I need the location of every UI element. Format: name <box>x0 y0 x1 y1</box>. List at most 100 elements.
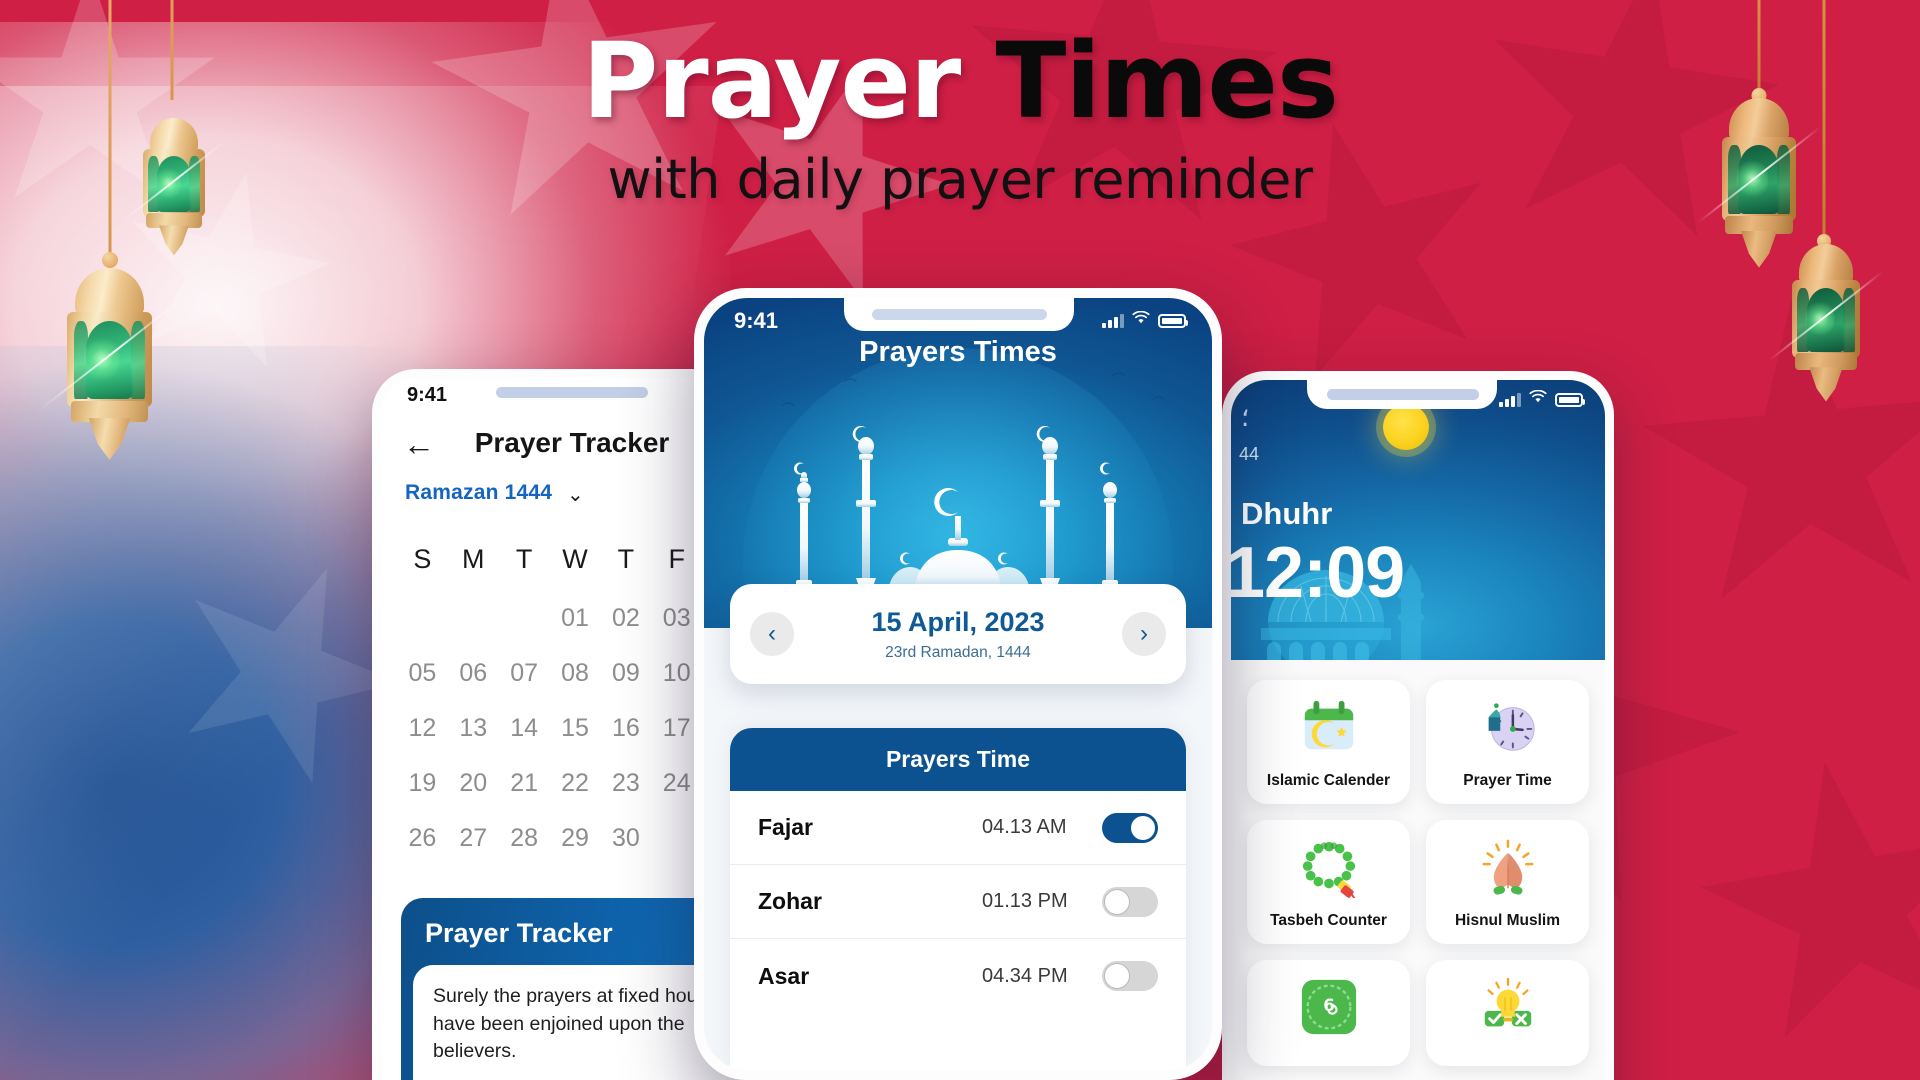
center-phone-hero: ︵ ︵ ︵ ︵ ︵ Prayers Times <box>704 298 1212 628</box>
lantern-decoration <box>1768 244 1884 402</box>
calendar-moon-icon <box>1304 700 1353 750</box>
lantern-decoration <box>37 268 182 460</box>
calendar-day[interactable]: 19 <box>397 756 448 811</box>
center-phone-status-icons <box>1102 310 1188 330</box>
phone-center-prayers-times: ︵ ︵ ︵ ︵ ︵ Prayers Times 9:41 ‹ 15 April,… <box>694 288 1222 1080</box>
alarm-toggle[interactable] <box>1102 886 1158 917</box>
hijri-year-fragment: 44 <box>1239 444 1260 464</box>
prayers-time-panel: Prayers Time Fajar 04.13 AM Zohar 01.13 … <box>730 728 1186 1070</box>
tile-islamic-calender[interactable]: Islamic Calender <box>1247 680 1410 804</box>
prayer-time: 01.13 PM <box>982 890 1068 912</box>
prayer-time: 04.34 PM <box>982 964 1068 987</box>
headline-title: Prayer Times <box>0 26 1920 136</box>
calendar-day[interactable]: 16 <box>600 701 651 756</box>
month-selector-label[interactable]: Ramazan 1444 <box>405 481 552 505</box>
wifi-icon <box>1529 389 1547 409</box>
calendar-day[interactable]: 26 <box>397 811 448 866</box>
hijri-fragment-top: ؛ <box>1241 402 1250 432</box>
calendar-day[interactable]: 06 <box>448 646 499 701</box>
headline-subtitle: with daily prayer reminder <box>607 148 1313 212</box>
tile-label: Prayer Time <box>1463 772 1552 789</box>
hero-headline: Prayer Times with daily prayer reminder <box>0 26 1920 211</box>
calendar-dow: T <box>617 544 635 574</box>
calendar-day[interactable]: 12 <box>397 701 448 756</box>
current-prayer-name: Dhuhr <box>1241 496 1333 531</box>
prayer-row-fajar[interactable]: Fajar 04.13 AM <box>730 791 1186 865</box>
calendar-day[interactable]: 05 <box>397 646 448 701</box>
alarm-toggle[interactable] <box>1102 961 1158 991</box>
calendar-dow: S <box>413 544 432 574</box>
prayer-name: Asar <box>758 962 810 989</box>
right-phone-hero: ؛ 44 Dhuhr 12:09 <box>1231 380 1605 660</box>
left-phone-status-pill <box>496 387 648 398</box>
bird-icon: ︵ <box>782 393 796 408</box>
tile-prayer-time[interactable]: Prayer Time <box>1426 680 1589 804</box>
calendar-day[interactable]: 29 <box>550 811 601 866</box>
calendar-day[interactable]: 02 <box>600 591 651 646</box>
calendar-day[interactable] <box>397 606 448 632</box>
calendar-day[interactable]: 01 <box>550 591 601 646</box>
next-day-button[interactable]: › <box>1122 612 1166 656</box>
calendar-day[interactable]: 22 <box>550 756 601 811</box>
prayer-name: Zohar <box>758 888 822 914</box>
prayer-row-asar[interactable]: Asar 04.34 PM <box>730 939 1186 1013</box>
calendar-dow: M <box>462 544 485 574</box>
prayer-row-zohar[interactable]: Zohar 01.13 PM <box>730 865 1186 939</box>
sun-icon <box>1383 404 1429 450</box>
calendar-day[interactable]: 13 <box>448 701 499 756</box>
prayer-time: 04.13 AM <box>982 816 1067 838</box>
right-phone-status-icons <box>1499 389 1585 409</box>
center-phone-page-title: Prayers Times <box>859 336 1057 368</box>
signal-icon <box>1102 313 1124 328</box>
right-phone-status-pill <box>1327 389 1479 400</box>
center-phone-status-time: 9:41 <box>734 308 779 333</box>
tile-hisnul-muslim[interactable]: Hisnul Muslim <box>1426 820 1589 944</box>
bird-icon: ︵ <box>1152 387 1166 402</box>
calendar-day[interactable]: 23 <box>600 756 651 811</box>
calendar-day[interactable] <box>448 606 499 632</box>
phone-right-home: ؛ 44 Dhuhr 12:09 Islamic Calender Prayer… <box>1222 371 1614 1080</box>
calendar-day[interactable]: 09 <box>600 646 651 701</box>
alarm-toggle[interactable] <box>1102 812 1158 843</box>
battery-icon <box>1158 313 1188 328</box>
calendar-day[interactable]: 14 <box>499 701 550 756</box>
feature-tiles-grid: Islamic Calender Prayer Time Tasbeh Coun… <box>1231 666 1605 1080</box>
prayers-time-header: Prayers Time <box>730 728 1186 791</box>
prayer-beads-icon <box>1302 841 1355 899</box>
center-phone-status-pill <box>872 309 1047 320</box>
hijri-date: 23rd Ramadan, 1444 <box>885 643 1031 661</box>
wifi-icon <box>1132 310 1150 330</box>
praying-hands-icon <box>1482 839 1533 895</box>
signal-icon <box>1499 392 1521 407</box>
six-kalimas-icon: 6 <box>1301 979 1356 1035</box>
center-phone-screen: ︵ ︵ ︵ ︵ ︵ Prayers Times 9:41 ‹ 15 April,… <box>704 298 1212 1070</box>
clock-mosque-icon <box>1488 703 1535 751</box>
left-phone-status-time: 9:41 <box>407 384 448 406</box>
calendar-dow: T <box>515 544 533 574</box>
headline-word-prayer: Prayer <box>582 20 961 142</box>
calendar-dow: W <box>562 544 588 574</box>
calendar-day[interactable]: 08 <box>550 646 601 701</box>
chevron-down-icon[interactable]: ⌄ <box>567 482 584 507</box>
quiz-bulb-icon <box>1484 977 1531 1027</box>
battery-icon <box>1555 392 1585 407</box>
selected-date: 15 April, 2023 23rd Ramadan, 1444 <box>794 607 1122 662</box>
tile-tasbeh-counter[interactable]: Tasbeh Counter <box>1247 820 1410 944</box>
calendar-day[interactable]: 15 <box>550 701 601 756</box>
calendar-day[interactable]: 27 <box>448 811 499 866</box>
calendar-day[interactable]: 20 <box>448 756 499 811</box>
tile-six-kalimas[interactable]: 6 <box>1247 960 1410 1066</box>
date-navigator-card: ‹ 15 April, 2023 23rd Ramadan, 1444 › <box>730 584 1186 684</box>
gregorian-date: 15 April, 2023 <box>871 606 1045 637</box>
calendar-day[interactable]: 07 <box>499 646 550 701</box>
calendar-day[interactable]: 28 <box>499 811 550 866</box>
calendar-day[interactable]: 21 <box>499 756 550 811</box>
headline-word-times: Times <box>995 20 1338 142</box>
tile-quiz[interactable] <box>1426 960 1589 1066</box>
calendar-day[interactable] <box>499 606 550 632</box>
tile-label: Hisnul Muslim <box>1454 912 1561 929</box>
current-prayer-time: 12:09 <box>1231 533 1405 613</box>
prayer-name: Fajar <box>758 814 813 840</box>
calendar-day[interactable]: 30 <box>600 811 651 866</box>
previous-day-button[interactable]: ‹ <box>750 612 794 656</box>
